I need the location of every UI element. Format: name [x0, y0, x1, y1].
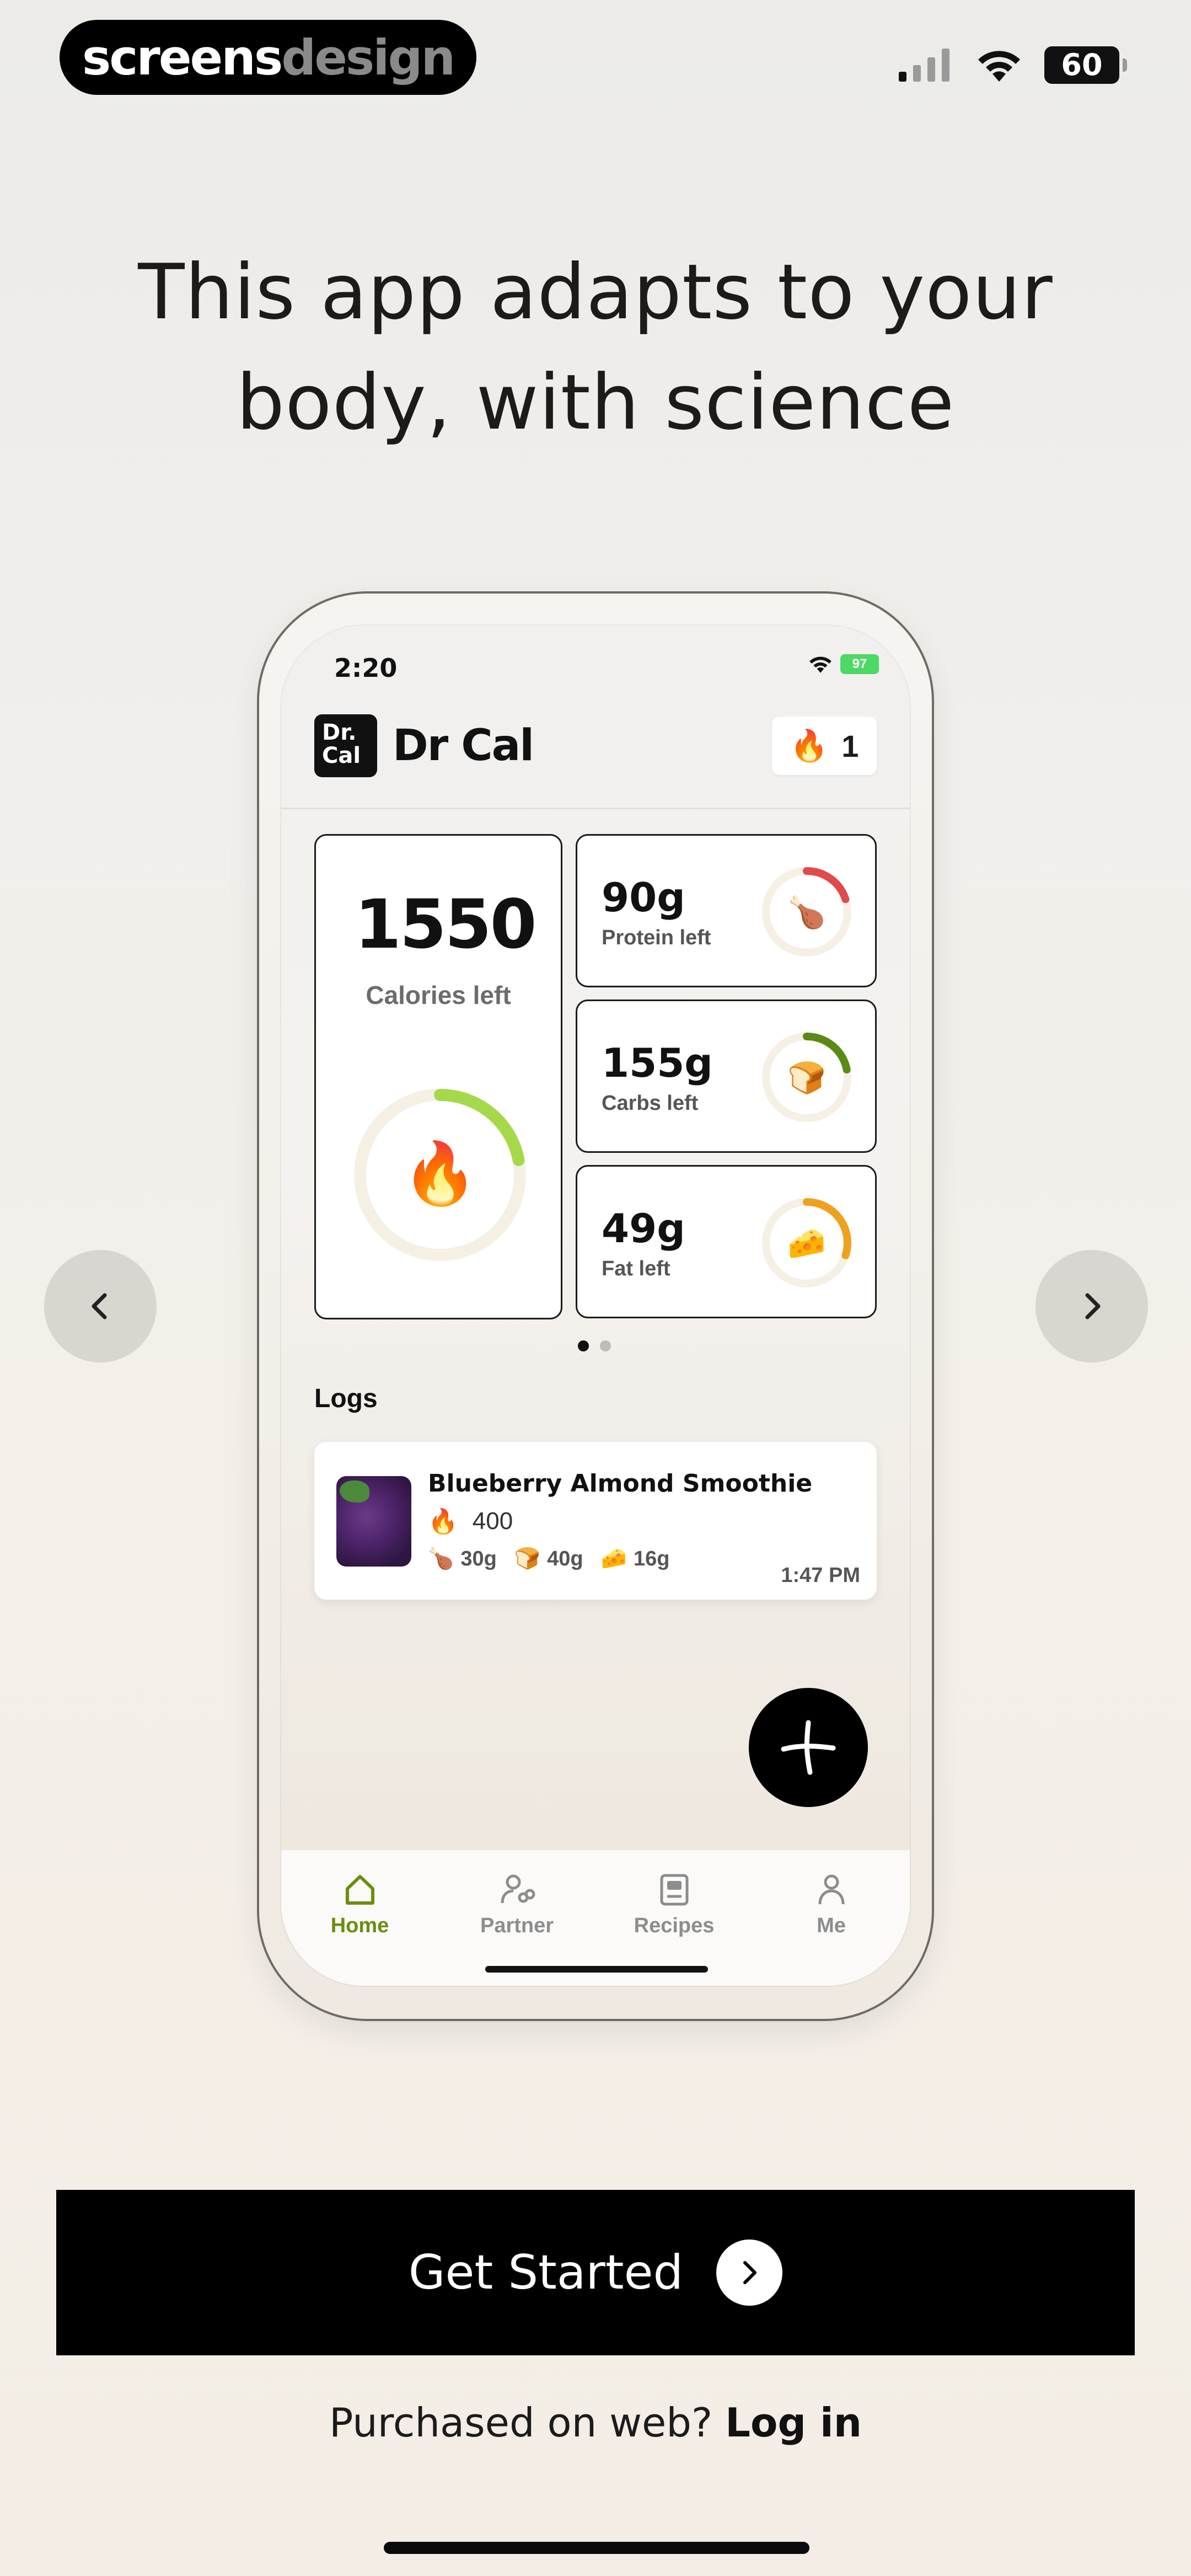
login-prompt: Purchased on web? — [329, 2399, 713, 2446]
streak-count: 1 — [841, 728, 859, 763]
tab-bar: Home Partner Recipes Me — [281, 1849, 910, 1986]
log-item-time: 1:47 PM — [781, 1564, 860, 1587]
protein-label: Protein left — [602, 926, 711, 949]
header-divider — [281, 808, 910, 809]
log-item-macros: 🍗 30g 🍞 40g 🧀 16g — [428, 1547, 669, 1571]
calories-value: 1550 — [355, 885, 537, 964]
login-row: Purchased on web? Log in — [0, 2399, 1191, 2446]
logs-title: Logs — [314, 1384, 378, 1413]
flame-icon: 🔥 — [403, 1139, 478, 1208]
arrow-right-circle-icon — [716, 2240, 783, 2306]
calories-card[interactable]: 1550 Calories left 🔥 — [314, 834, 562, 1319]
page-dot-1[interactable] — [578, 1340, 589, 1351]
carbs-card[interactable]: 155g Carbs left 🍞 — [576, 1000, 877, 1153]
person-icon — [818, 1874, 844, 1905]
get-started-label: Get Started — [408, 2245, 684, 2300]
phone-screen: 2:20 97 Dr. Cal Dr Cal 🔥 1 1550 Calories… — [281, 626, 910, 1986]
log-item-calories: 🔥 400 — [428, 1507, 513, 1536]
phone-status-icons: 97 — [808, 654, 879, 674]
smoothie-thumbnail — [336, 1476, 411, 1567]
tab-home[interactable]: Home — [281, 1850, 438, 1986]
carbs-progress-ring: 🍞 — [762, 1033, 851, 1122]
phone-battery: 97 — [840, 654, 879, 674]
fat-card[interactable]: 49g Fat left 🧀 — [576, 1165, 877, 1318]
page-indicator[interactable] — [578, 1340, 611, 1351]
phone-wifi-icon — [809, 656, 831, 673]
signal-icon — [899, 49, 949, 82]
page-dot-2[interactable] — [600, 1340, 611, 1351]
phone-time: 2:20 — [334, 653, 398, 683]
tab-partner-label: Partner — [480, 1914, 554, 1937]
protein-card[interactable]: 90g Protein left 🍗 — [576, 834, 877, 987]
get-started-button[interactable]: Get Started — [56, 2190, 1135, 2355]
tab-me-label: Me — [817, 1914, 846, 1937]
login-link[interactable]: Log in — [725, 2399, 862, 2446]
tab-me[interactable]: Me — [753, 1850, 910, 1986]
fat-label: Fat left — [602, 1257, 670, 1280]
flame-icon: 🔥 — [790, 728, 829, 763]
page-headline: This app adapts to your body, with scien… — [66, 237, 1125, 458]
bread-icon: 🍞 — [514, 1547, 541, 1570]
app-logo-line-1: Dr. — [322, 720, 357, 745]
protein-value: 90g — [602, 874, 685, 921]
log-carbs: 40g — [547, 1547, 583, 1570]
cheese-icon: 🧀 — [787, 1226, 826, 1260]
brand-text-part2: design — [281, 29, 455, 86]
headline-line-1: This app adapts to your — [138, 248, 1053, 336]
recipes-icon — [660, 1874, 688, 1906]
streak-badge[interactable]: 🔥 1 — [772, 717, 877, 775]
cheese-icon: 🧀 — [600, 1547, 627, 1570]
app-logo-line-2: Cal — [322, 743, 361, 768]
headline-line-2: body, with science — [236, 358, 955, 447]
home-indicator — [384, 2542, 809, 2554]
drumstick-icon: 🍗 — [428, 1547, 454, 1570]
drumstick-icon: 🍗 — [787, 895, 826, 930]
log-fat: 16g — [633, 1547, 670, 1570]
wifi-icon — [978, 51, 1020, 82]
carbs-label: Carbs left — [602, 1092, 699, 1115]
log-item-calories-value: 400 — [472, 1508, 513, 1535]
app-name: Dr Cal — [393, 721, 534, 771]
log-protein: 30g — [460, 1547, 497, 1570]
partner-icon — [501, 1874, 535, 1904]
calories-progress-ring: 🔥 — [354, 1089, 526, 1261]
chevron-right-icon — [1085, 1293, 1101, 1319]
app-logo: Dr. Cal — [314, 714, 377, 777]
plus-icon — [781, 1720, 836, 1775]
battery-indicator: 60 — [1044, 46, 1127, 84]
tab-recipes-label: Recipes — [634, 1914, 715, 1937]
fat-value: 49g — [602, 1205, 685, 1252]
protein-progress-ring: 🍗 — [762, 867, 851, 956]
chevron-left-icon — [92, 1293, 107, 1319]
flame-icon: 🔥 — [428, 1508, 458, 1535]
calories-label: Calories left — [366, 981, 511, 1009]
log-item-name: Blueberry Almond Smoothie — [428, 1469, 813, 1498]
fat-progress-ring: 🧀 — [762, 1198, 851, 1287]
carbs-value: 155g — [602, 1040, 713, 1086]
bread-icon: 🍞 — [787, 1060, 826, 1095]
add-log-button[interactable] — [749, 1688, 868, 1807]
tab-home-label: Home — [330, 1914, 389, 1937]
status-icons: 60 — [899, 46, 1127, 84]
phone-home-indicator — [485, 1966, 708, 1973]
carousel-prev-button[interactable] — [44, 1250, 157, 1362]
brand-logo: screens design — [60, 20, 476, 95]
carousel-next-button[interactable] — [1036, 1250, 1148, 1362]
brand-text-part1: screens — [82, 29, 283, 86]
home-icon — [345, 1875, 374, 1905]
log-item[interactable]: Blueberry Almond Smoothie 🔥 400 🍗 30g 🍞 40… — [314, 1442, 877, 1600]
app-header: Dr. Cal Dr Cal 🔥 1 — [314, 714, 877, 778]
